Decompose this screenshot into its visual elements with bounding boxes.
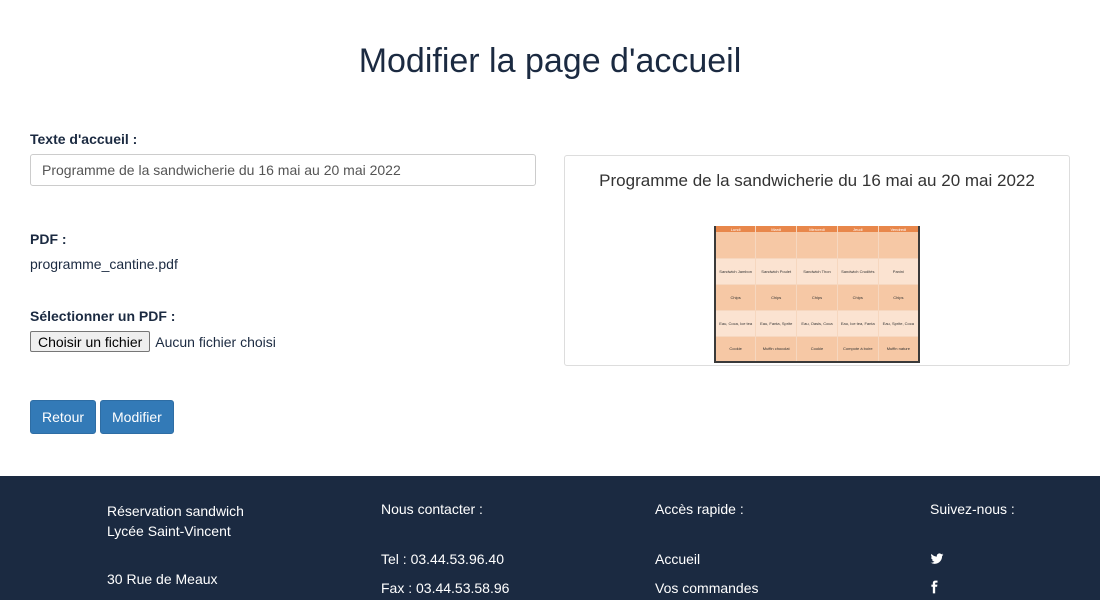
twitter-icon[interactable] [930, 552, 944, 566]
menu-cell: Cookie [715, 336, 757, 363]
footer-tel: Tel : 03.44.53.96.40 [381, 551, 504, 567]
footer-contact-title: Nous contacter : [381, 501, 483, 517]
menu-cell: Sandwich Crudités [837, 258, 879, 285]
menu-row: Cookie Muffin chocolat Cookie Compote à … [715, 336, 920, 363]
menu-cell: Sandwich Poulet [755, 258, 798, 285]
menu-cell: Sandwich Jambon [715, 258, 757, 285]
menu-cell [878, 232, 920, 259]
pdf-filename: programme_cantine.pdf [30, 256, 178, 272]
welcome-text-label: Texte d'accueil : [30, 131, 138, 147]
menu-cell: Chips [755, 284, 798, 311]
menu-cell [755, 232, 798, 259]
menu-cell: Muffin chocolat [755, 336, 798, 363]
footer-address: 30 Rue de Meaux [107, 571, 218, 587]
footer-quick-title: Accès rapide : [655, 501, 744, 517]
footer-link-commandes[interactable]: Vos commandes [655, 580, 759, 596]
menu-cell [715, 232, 757, 259]
submit-button[interactable]: Modifier [100, 400, 174, 434]
menu-preview-image: Lundi Mardi Mercredi Jeudi Vendredi Sand… [714, 226, 920, 363]
footer-brand-line1: Réservation sandwich [107, 503, 244, 519]
menu-row: Sandwich Jambon Sandwich Poulet Sandwich… [715, 258, 920, 285]
menu-cell: Eau, Ice tea, Fanta [837, 310, 879, 337]
menu-cell: Chips [837, 284, 879, 311]
menu-cell: Chips [715, 284, 757, 311]
menu-cell: Sandwich Thon [796, 258, 838, 285]
preview-card: Programme de la sandwicherie du 16 mai a… [564, 155, 1070, 366]
footer-link-accueil[interactable]: Accueil [655, 551, 700, 567]
page-title: Modifier la page d'accueil [358, 42, 742, 80]
pdf-label: PDF : [30, 231, 67, 247]
footer-fax: Fax : 03.44.53.58.96 [381, 580, 510, 596]
menu-cell: Chips [878, 284, 920, 311]
menu-row: Chips Chips Chips Chips Chips [715, 284, 920, 311]
footer-brand: Réservation sandwich Lycée Saint-Vincent [107, 501, 244, 541]
file-status-text: Aucun fichier choisi [155, 333, 276, 350]
menu-cell [796, 232, 838, 259]
preview-title: Programme de la sandwicherie du 16 mai a… [599, 171, 1035, 190]
menu-cell: Muffin nature [878, 336, 920, 363]
menu-cell [837, 232, 879, 259]
footer-brand-line2: Lycée Saint-Vincent [107, 523, 231, 539]
footer: Réservation sandwich Lycée Saint-Vincent… [0, 476, 1100, 600]
menu-cell: Compote à boire [837, 336, 879, 363]
choose-file-button[interactable]: Choisir un fichier [30, 331, 151, 352]
menu-cell: Cookie [796, 336, 838, 363]
menu-cell: Panini [878, 258, 920, 285]
welcome-text-input[interactable] [30, 154, 536, 186]
menu-cell: Eau, Coca, Ice tea [715, 310, 757, 337]
menu-cell: Eau, Sprite, Coca [878, 310, 920, 337]
menu-cell: Eau, Oasis, Coca [796, 310, 838, 337]
menu-row [715, 232, 920, 259]
menu-row: Eau, Coca, Ice tea Eau, Fanta, Sprite Ea… [715, 310, 920, 337]
menu-cell: Chips [796, 284, 838, 311]
menu-cell: Eau, Fanta, Sprite [755, 310, 798, 337]
facebook-icon[interactable] [927, 580, 941, 594]
select-pdf-label: Sélectionner un PDF : [30, 308, 176, 324]
footer-follow-title: Suivez-nous : [930, 501, 1015, 517]
file-picker: Choisir un fichier Aucun fichier choisi [30, 331, 276, 352]
back-button[interactable]: Retour [30, 400, 97, 434]
